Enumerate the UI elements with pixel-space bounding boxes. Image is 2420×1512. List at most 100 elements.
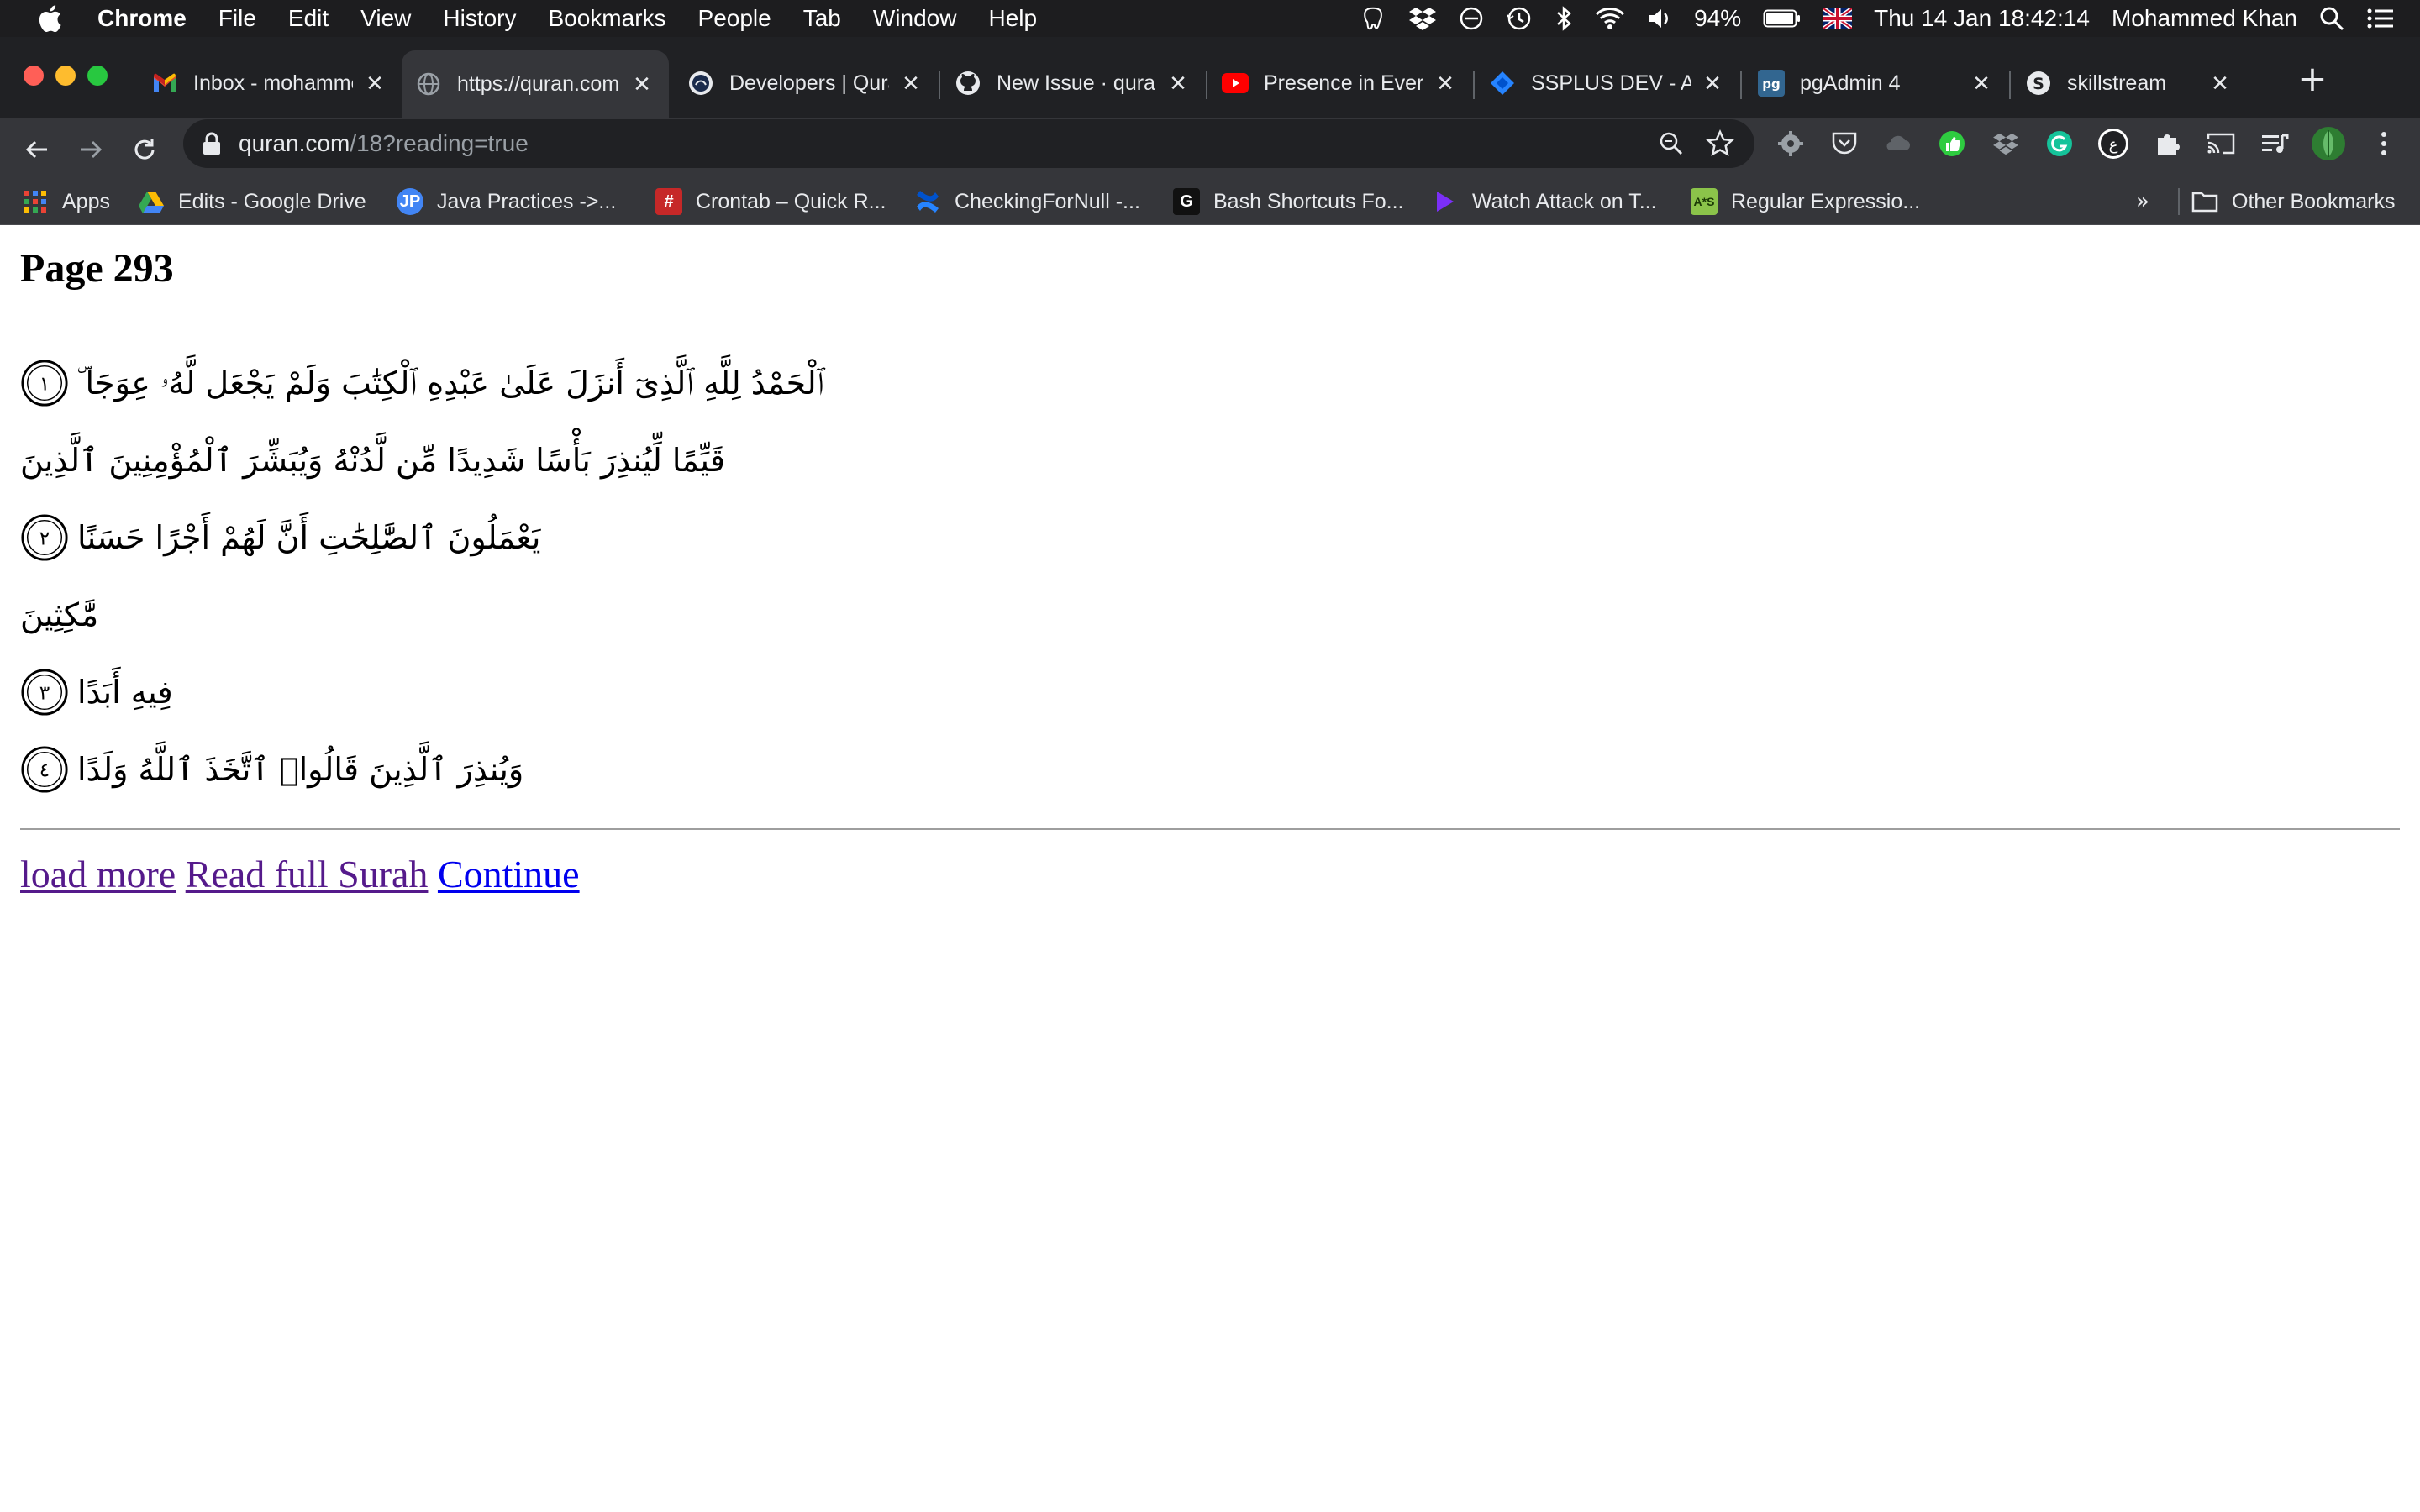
do-not-disturb-icon[interactable] (1459, 0, 1484, 37)
menu-bookmarks[interactable]: Bookmarks (548, 5, 666, 32)
ayah-end-marker-icon: ٢ (21, 514, 68, 561)
volume-icon[interactable] (1647, 0, 1672, 37)
zoom-icon[interactable] (1659, 131, 1684, 160)
close-tab-icon[interactable]: ✕ (361, 71, 388, 97)
apple-icon[interactable] (30, 4, 69, 33)
url-host: quran.com (239, 130, 350, 156)
tab-skillstream[interactable]: S skillstream ✕ (2012, 52, 2247, 114)
address-bar[interactable]: quran.com/18?reading=true (183, 119, 1754, 168)
tab-github-issue[interactable]: New Issue · quran ✕ (941, 52, 1205, 114)
close-tab-icon[interactable]: ✕ (629, 71, 655, 97)
postgres-elephant-icon[interactable] (1360, 0, 1386, 37)
menu-window[interactable]: Window (873, 5, 957, 32)
url-path: /18?reading=true (350, 130, 529, 156)
folder-icon (2191, 188, 2218, 215)
dropbox-extension-icon[interactable] (1986, 124, 2025, 163)
menu-app-name[interactable]: Chrome (97, 5, 187, 32)
verse-line: مَّٰكِثِينَ (20, 581, 98, 648)
spotlight-search-icon[interactable] (2319, 0, 2344, 37)
pagination-links: load more Read full Surah Continue (20, 852, 580, 896)
verse-text: قَيِّمًا لِّيُنذِرَ بَأْسًا شَدِيدًا مِّ… (20, 442, 726, 479)
wifi-icon[interactable] (1595, 0, 1625, 37)
menu-people[interactable]: People (698, 5, 771, 32)
tab-gmail[interactable]: Inbox - mohammed ✕ (138, 52, 402, 114)
g-icon: G (1173, 188, 1200, 215)
close-tab-icon[interactable]: ✕ (1432, 71, 1459, 97)
new-tab-button[interactable]: + (2294, 61, 2331, 99)
media-controls-icon[interactable] (2255, 124, 2294, 163)
svg-text:ع: ع (2109, 136, 2118, 154)
bookmark-java-practices[interactable]: JP Java Practices ->... (397, 178, 616, 225)
menu-history[interactable]: History (443, 5, 516, 32)
menu-tab[interactable]: Tab (803, 5, 841, 32)
lock-icon[interactable] (202, 132, 222, 159)
github-icon (955, 70, 981, 97)
tab-divider (1740, 71, 1742, 99)
profile-avatar[interactable] (2309, 124, 2348, 163)
close-tab-icon[interactable]: ✕ (2207, 71, 2233, 97)
menu-edit[interactable]: Edit (288, 5, 329, 32)
bookmark-checkingfornull[interactable]: CheckingForNull -... (914, 178, 1140, 225)
grammarly-icon[interactable] (2040, 124, 2079, 163)
play-icon (1432, 188, 1459, 215)
pgadmin-icon: pg (1758, 70, 1785, 97)
verse-line: ١ ٱلْحَمْدُ لِلَّهِ ٱلَّذِىٓ أَنزَلَ عَل… (20, 349, 823, 417)
tab-jira[interactable]: SSPLUS DEV - Agile ✕ (1476, 52, 1739, 114)
bookmark-label: Crontab – Quick R... (696, 189, 886, 213)
bookmark-crontab[interactable]: # Crontab – Quick R... (655, 178, 886, 225)
jp-icon: JP (397, 188, 424, 215)
cloud-sync-extension-icon[interactable] (1879, 124, 1918, 163)
bookmark-apps[interactable]: Apps (22, 178, 110, 225)
reload-button[interactable] (121, 126, 168, 173)
url-text[interactable]: quran.com/18?reading=true (239, 119, 529, 168)
notification-center-icon[interactable] (2366, 0, 2395, 37)
thumbs-up-extension-icon[interactable] (1933, 124, 1971, 163)
minimize-window-button[interactable] (55, 66, 76, 86)
tab-title: pgAdmin 4 (1800, 71, 1901, 95)
menu-help[interactable]: Help (988, 5, 1037, 32)
tab-title: https://quran.com (457, 71, 620, 96)
regex-icon: A*S (1691, 188, 1718, 215)
dropbox-icon[interactable] (1408, 0, 1437, 37)
bluetooth-icon[interactable] (1555, 0, 1573, 37)
load-more-link[interactable]: load more (20, 853, 176, 895)
close-tab-icon[interactable]: ✕ (1968, 71, 1995, 97)
bookmarks-divider (2178, 188, 2180, 215)
bookmark-star-icon[interactable] (1706, 129, 1734, 161)
ayah-number: ٤ (39, 759, 50, 782)
close-tab-icon[interactable]: ✕ (1699, 71, 1726, 97)
user-name[interactable]: Mohammed Khan (2112, 0, 2297, 37)
cast-icon[interactable] (2202, 124, 2240, 163)
close-tab-icon[interactable]: ✕ (897, 71, 924, 97)
uk-flag-icon[interactable] (1823, 0, 1853, 37)
time-machine-icon[interactable] (1506, 0, 1533, 37)
bookmarks-overflow-button[interactable]: » (2136, 178, 2149, 225)
chrome-menu-icon[interactable] (2365, 124, 2403, 163)
back-button[interactable] (13, 126, 60, 173)
tab-quran-active[interactable]: https://quran.com ✕ (402, 50, 669, 118)
bookmark-google-drive[interactable]: Edits - Google Drive (138, 178, 366, 225)
clock[interactable]: Thu 14 Jan 18:42:14 (1874, 0, 2090, 37)
close-window-button[interactable] (24, 66, 44, 86)
pocket-icon[interactable] (1825, 124, 1864, 163)
battery-icon[interactable] (1763, 0, 1802, 37)
forward-button[interactable] (67, 126, 114, 173)
tab-pgadmin[interactable]: pg pgAdmin 4 ✕ (1744, 52, 2008, 114)
tab-quran-developers[interactable]: Developers | Quran ✕ (674, 52, 938, 114)
read-full-surah-link[interactable]: Read full Surah (186, 853, 429, 895)
bookmark-bash-shortcuts[interactable]: G Bash Shortcuts Fo... (1173, 178, 1404, 225)
bookmark-regular-expressions[interactable]: A*S Regular Expressio... (1691, 178, 1920, 225)
menu-view[interactable]: View (360, 5, 411, 32)
macos-menubar: Chrome File Edit View History Bookmarks … (0, 0, 2420, 37)
arabic-keyboard-extension-icon[interactable]: ع (2094, 124, 2133, 163)
bookmark-label: Apps (62, 189, 110, 213)
close-tab-icon[interactable]: ✕ (1165, 71, 1192, 97)
extensions-puzzle-icon[interactable] (2148, 124, 2186, 163)
menu-file[interactable]: File (218, 5, 256, 32)
bookmark-attack-on-titan[interactable]: Watch Attack on T... (1432, 178, 1657, 225)
other-bookmarks-folder[interactable]: Other Bookmarks (2191, 178, 2396, 225)
continue-link[interactable]: Continue (438, 853, 580, 895)
settings-gear-extension-icon[interactable] (1771, 124, 1810, 163)
tab-youtube[interactable]: Presence in Every ✕ (1208, 52, 1472, 114)
zoom-window-button[interactable] (87, 66, 108, 86)
